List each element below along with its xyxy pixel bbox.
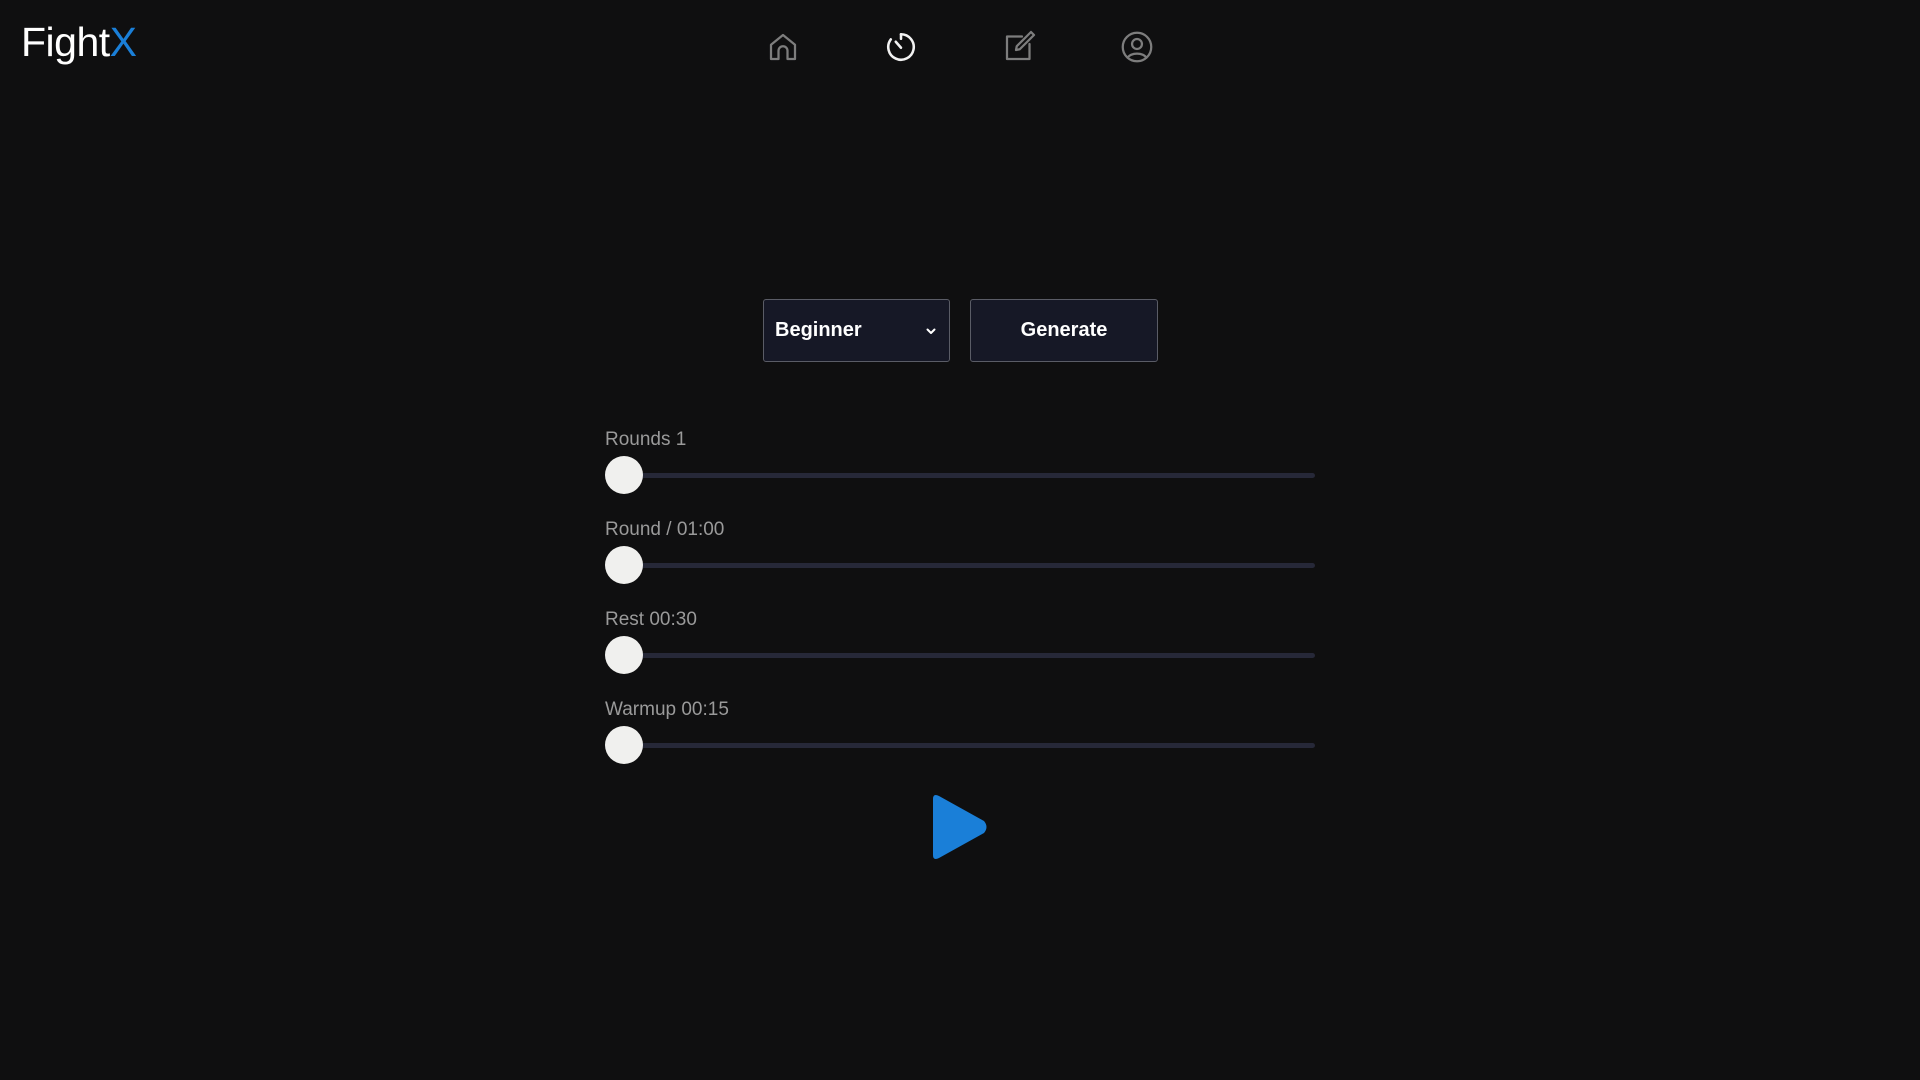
edit-icon	[1005, 30, 1036, 61]
app-logo[interactable]: FightX	[21, 22, 137, 63]
rounds-slider[interactable]	[605, 456, 1315, 494]
round-length-slider-group: Round / 01:00	[605, 518, 1315, 608]
home-icon	[769, 33, 797, 61]
timer-settings: Rounds 1 Round / 01:00 Rest 00:30 Warmup…	[605, 428, 1315, 788]
level-select-value: Beginner	[775, 319, 862, 341]
round-length-slider-thumb[interactable]	[605, 546, 643, 584]
warmup-slider-thumb[interactable]	[605, 726, 643, 764]
workout-controls: Beginner Generate	[763, 299, 1158, 362]
rest-slider-thumb[interactable]	[605, 636, 643, 674]
level-select[interactable]: Beginner	[763, 299, 950, 362]
play-button[interactable]	[929, 793, 989, 861]
generate-button[interactable]: Generate	[970, 299, 1158, 362]
nav-profile[interactable]	[1118, 28, 1156, 66]
warmup-slider-group: Warmup 00:15	[605, 698, 1315, 788]
warmup-label: Warmup 00:15	[605, 699, 729, 720]
play-icon	[933, 795, 987, 859]
rounds-label: Rounds 1	[605, 429, 687, 450]
nav-home[interactable]	[764, 28, 802, 66]
rest-slider[interactable]	[605, 636, 1315, 674]
nav-timer[interactable]	[882, 28, 920, 66]
nav-edit[interactable]	[1000, 28, 1038, 66]
round-length-slider[interactable]	[605, 546, 1315, 584]
timer-icon	[886, 32, 916, 61]
logo-text-main: Fight	[21, 19, 110, 65]
main-nav	[764, 28, 1156, 66]
rest-slider-group: Rest 00:30	[605, 608, 1315, 698]
top-bar: FightX	[0, 0, 1920, 100]
chevron-down-icon	[926, 328, 936, 334]
warmup-slider[interactable]	[605, 726, 1315, 764]
rest-label: Rest 00:30	[605, 609, 697, 630]
rounds-slider-group: Rounds 1	[605, 428, 1315, 518]
user-circle-icon	[1121, 31, 1153, 63]
logo-text-accent: X	[109, 19, 137, 65]
round-length-label: Round / 01:00	[605, 519, 725, 540]
rounds-slider-thumb[interactable]	[605, 456, 643, 494]
